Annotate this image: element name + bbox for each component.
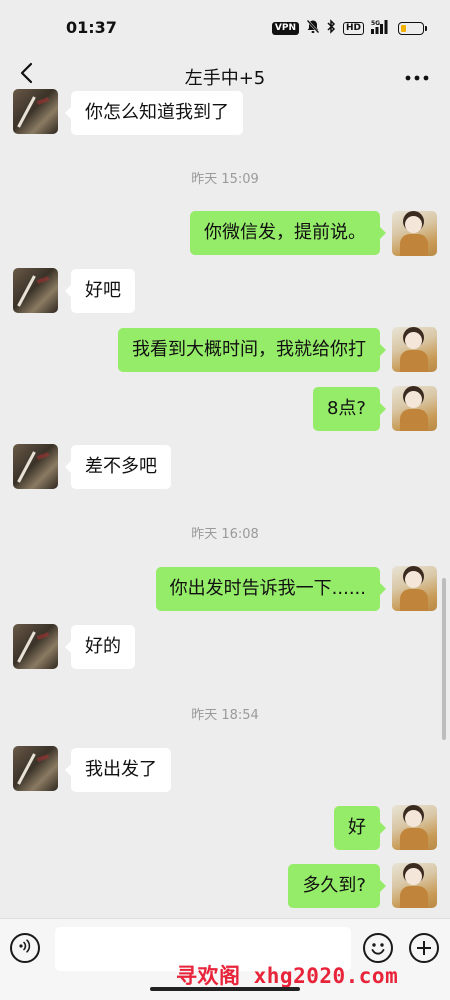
- received-message[interactable]: 好的: [65, 625, 135, 669]
- battery-level: [401, 24, 407, 32]
- my-avatar[interactable]: [392, 327, 437, 372]
- sent-message[interactable]: 多久到?: [288, 864, 386, 908]
- message-timestamp: 昨天 18:54: [191, 708, 259, 723]
- bluetooth-icon: [327, 18, 336, 38]
- sent-message[interactable]: 你微信发，提前说。: [190, 211, 386, 255]
- contact-avatar[interactable]: [13, 89, 58, 134]
- voice-icon: [17, 938, 33, 958]
- status-time: 01:37: [66, 18, 117, 37]
- status-icons: VPN HD 5G: [271, 18, 427, 38]
- sent-message[interactable]: 你出发时告诉我一下......: [155, 567, 387, 611]
- more-dots-icon: [405, 66, 429, 85]
- message-list: 你怎么知道我到了 昨天 15:09 你微信发，提前说。 好吧 我看到大概时间，我…: [0, 0, 450, 1000]
- contact-avatar[interactable]: [13, 746, 58, 791]
- more-button[interactable]: [402, 60, 432, 90]
- sent-message[interactable]: 我看到大概时间，我就给你打: [118, 328, 386, 372]
- my-avatar[interactable]: [392, 863, 437, 908]
- contact-avatar[interactable]: [13, 624, 58, 669]
- voice-button[interactable]: [10, 933, 40, 963]
- received-message[interactable]: 我出发了: [65, 748, 171, 792]
- my-avatar[interactable]: [392, 566, 437, 611]
- sent-message[interactable]: 8点?: [312, 387, 387, 431]
- message-timestamp: 昨天 15:09: [191, 172, 259, 187]
- my-avatar[interactable]: [392, 386, 437, 431]
- contact-avatar[interactable]: [13, 444, 58, 489]
- message-timestamp: 昨天 16:08: [191, 527, 259, 542]
- battery-icon: [398, 21, 427, 35]
- home-indicator[interactable]: [150, 987, 300, 991]
- network-label: 5G: [371, 20, 380, 27]
- received-message[interactable]: 差不多吧: [65, 445, 171, 489]
- emoji-button[interactable]: [363, 933, 393, 963]
- received-message[interactable]: 你怎么知道我到了: [65, 91, 243, 135]
- vpn-badge: VPN: [271, 21, 299, 35]
- signal-icon: 5G: [371, 19, 391, 38]
- status-bar: 01:37 VPN HD 5G: [0, 0, 450, 52]
- mute-bell-icon: [306, 19, 320, 38]
- message-scrollbar[interactable]: [442, 578, 446, 740]
- received-message[interactable]: 好吧: [65, 269, 135, 313]
- my-avatar[interactable]: [392, 805, 437, 850]
- plus-button[interactable]: [409, 933, 439, 963]
- my-avatar[interactable]: [392, 211, 437, 256]
- watermark: 寻欢阁 xhg2020.com: [176, 964, 399, 988]
- chat-title: 左手中+5: [184, 68, 266, 89]
- contact-avatar[interactable]: [13, 268, 58, 313]
- hd-badge: HD: [342, 21, 364, 35]
- sent-message[interactable]: 好: [334, 806, 386, 850]
